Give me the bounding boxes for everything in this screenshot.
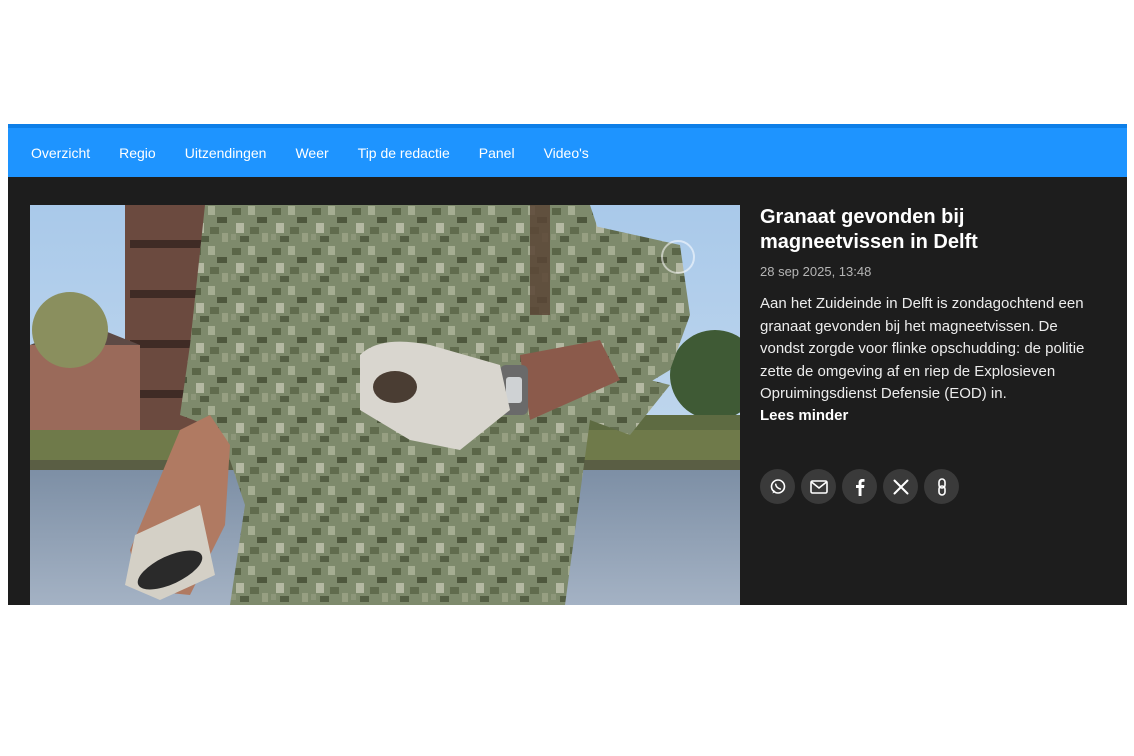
article-summary: Aan het Zuideinde in Delft is zondagocht…	[760, 295, 1085, 402]
facebook-icon	[855, 478, 864, 496]
nav-item-regio[interactable]: Regio	[119, 145, 156, 161]
article-panel: Granaat gevonden bij magneetvissen in De…	[8, 177, 1127, 605]
share-buttons	[760, 469, 965, 504]
nav-item-videos[interactable]: Video's	[544, 145, 589, 161]
share-whatsapp-button[interactable]	[760, 469, 795, 504]
link-icon	[937, 477, 946, 496]
nav-item-panel[interactable]: Panel	[479, 145, 515, 161]
share-facebook-button[interactable]	[842, 469, 877, 504]
share-email-button[interactable]	[801, 469, 836, 504]
nav-item-tip-de-redactie[interactable]: Tip de redactie	[358, 145, 450, 161]
main-navigation: Overzicht Regio Uitzendingen Weer Tip de…	[8, 124, 1127, 177]
nav-item-overzicht[interactable]: Overzicht	[31, 145, 90, 161]
article-video[interactable]	[30, 205, 740, 605]
article-timestamp: 28 sep 2025, 13:48	[760, 264, 872, 279]
nav-item-uitzendingen[interactable]: Uitzendingen	[185, 145, 267, 161]
share-link-button[interactable]	[924, 469, 959, 504]
nav-item-weer[interactable]: Weer	[295, 145, 328, 161]
video-play-icon[interactable]	[661, 240, 695, 274]
video-still-image	[30, 205, 740, 605]
x-icon	[893, 479, 908, 494]
read-less-link[interactable]: Lees minder	[760, 407, 848, 424]
article-content: Granaat gevonden bij magneetvissen in De…	[760, 205, 1110, 425]
whatsapp-icon	[770, 478, 785, 494]
email-icon	[809, 479, 828, 494]
share-x-button[interactable]	[883, 469, 918, 504]
article-headline: Granaat gevonden bij magneetvissen in De…	[760, 206, 978, 253]
